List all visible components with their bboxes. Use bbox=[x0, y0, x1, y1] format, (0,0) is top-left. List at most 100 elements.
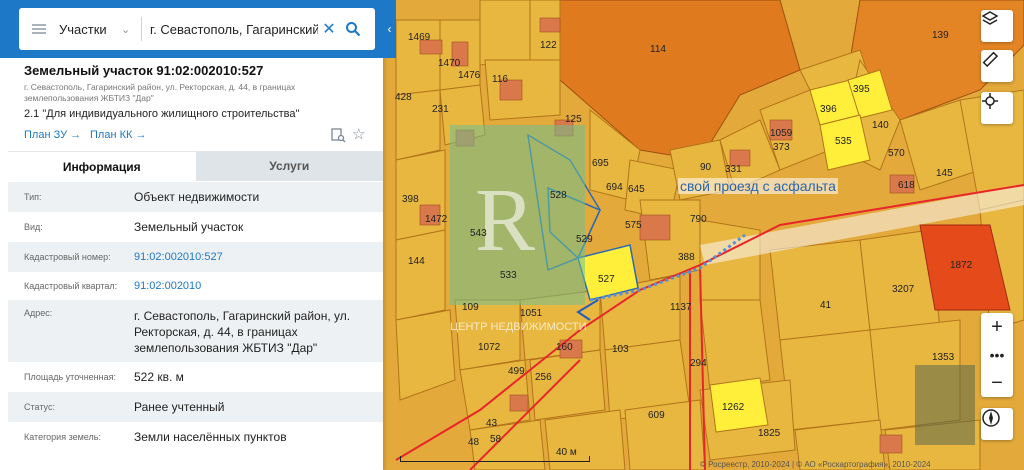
svg-text:527: 527 bbox=[598, 274, 615, 285]
ruler-icon bbox=[982, 51, 999, 68]
compass-icon bbox=[982, 409, 1000, 427]
search-input[interactable]: г. Севастополь, Гагаринский р bbox=[150, 22, 318, 37]
svg-text:145: 145 bbox=[936, 168, 953, 179]
svg-text:1472: 1472 bbox=[425, 214, 448, 225]
svg-text:3207: 3207 bbox=[892, 284, 915, 295]
divider bbox=[141, 17, 142, 41]
search-type-select[interactable]: Участки bbox=[59, 22, 121, 37]
document-search-icon[interactable] bbox=[330, 127, 346, 148]
svg-text:618: 618 bbox=[898, 180, 915, 191]
svg-text:1051: 1051 bbox=[520, 308, 543, 319]
detail-value: Земельный участок bbox=[134, 220, 244, 234]
svg-text:645: 645 bbox=[628, 184, 645, 195]
cadastral-quarter-link[interactable]: 91:02:002010 bbox=[134, 278, 201, 294]
svg-text:41: 41 bbox=[820, 300, 832, 311]
svg-text:396: 396 bbox=[820, 104, 837, 115]
favorite-star-icon[interactable]: ☆ bbox=[352, 125, 365, 143]
svg-text:533: 533 bbox=[500, 270, 517, 281]
svg-text:122: 122 bbox=[540, 40, 557, 51]
zoom-in-button[interactable]: + bbox=[981, 313, 1013, 341]
svg-text:499: 499 bbox=[508, 366, 525, 377]
menu-icon[interactable] bbox=[19, 8, 59, 50]
detail-label: Статус: bbox=[24, 402, 55, 412]
svg-text:1469: 1469 bbox=[408, 32, 431, 43]
svg-text:ЦЕНТР НЕДВИЖИМОСТИ: ЦЕНТР НЕДВИЖИМОСТИ bbox=[450, 321, 587, 333]
svg-text:1872: 1872 bbox=[950, 260, 973, 271]
svg-text:294: 294 bbox=[690, 358, 707, 369]
plan-zu-link[interactable]: План ЗУ → bbox=[24, 129, 81, 141]
svg-text:428: 428 bbox=[395, 92, 412, 103]
svg-text:331: 331 bbox=[725, 164, 742, 175]
chevron-down-icon[interactable]: ⌄ bbox=[121, 23, 141, 36]
more-button[interactable]: ••• bbox=[981, 341, 1013, 369]
svg-text:1825: 1825 bbox=[758, 428, 781, 439]
page-title: Земельный участок 91:02:002010:527 bbox=[24, 63, 264, 78]
svg-text:125: 125 bbox=[565, 114, 582, 125]
svg-text:140: 140 bbox=[872, 120, 889, 131]
tab-services[interactable]: Услуги bbox=[195, 151, 383, 181]
svg-text:139: 139 bbox=[932, 30, 949, 41]
svg-text:R: R bbox=[475, 171, 535, 270]
map-copyright: © Росреестр, 2010-2024 | © АО «Роскартог… bbox=[700, 460, 931, 469]
svg-text:609: 609 bbox=[648, 410, 665, 421]
collapse-panel-button[interactable]: ‹ bbox=[383, 0, 396, 58]
svg-text:1262: 1262 bbox=[722, 402, 745, 413]
layers-button[interactable] bbox=[981, 10, 1013, 42]
cadastral-number-link[interactable]: 91:02:002010:527 bbox=[134, 249, 223, 265]
detail-label: Адрес: bbox=[24, 308, 53, 318]
detail-value: Ранее учтенный bbox=[134, 400, 225, 414]
svg-text:58: 58 bbox=[490, 434, 502, 445]
detail-row: Адрес: г. Севастополь, Гагаринский район… bbox=[8, 300, 383, 362]
svg-text:373: 373 bbox=[773, 142, 790, 153]
parcel-purpose: 2.1 "Для индивидуального жилищного строи… bbox=[24, 108, 300, 120]
svg-text:1353: 1353 bbox=[932, 352, 955, 363]
svg-text:575: 575 bbox=[625, 220, 642, 231]
svg-text:48: 48 bbox=[468, 437, 480, 448]
scale-bar bbox=[400, 456, 590, 462]
tab-bar: Информация Услуги bbox=[8, 151, 383, 181]
svg-text:694: 694 bbox=[606, 182, 623, 193]
detail-row: Категория земель: Земли населённых пункт… bbox=[8, 422, 383, 452]
close-icon[interactable]: ✕ bbox=[318, 19, 340, 39]
svg-text:116: 116 bbox=[492, 74, 508, 85]
svg-text:695: 695 bbox=[592, 158, 609, 169]
detail-row: Вид: Земельный участок bbox=[8, 212, 383, 242]
detail-label: Площадь уточненная: bbox=[24, 372, 116, 382]
detail-value: 522 кв. м bbox=[134, 370, 184, 384]
svg-text:231: 231 bbox=[432, 104, 449, 115]
location-icon bbox=[982, 93, 998, 109]
plan-kk-link[interactable]: План КК → bbox=[90, 129, 146, 141]
svg-text:1059: 1059 bbox=[770, 128, 793, 139]
svg-text:256: 256 bbox=[535, 372, 552, 383]
svg-text:543: 543 bbox=[470, 228, 487, 239]
detail-label: Кадастровый номер: bbox=[24, 252, 111, 262]
svg-text:1470: 1470 bbox=[438, 58, 461, 69]
detail-label: Категория земель: bbox=[24, 432, 101, 442]
locate-button[interactable] bbox=[981, 92, 1013, 124]
svg-text:90: 90 bbox=[700, 162, 712, 173]
search-bar: Участки ⌄ г. Севастополь, Гагаринский р … bbox=[0, 0, 383, 58]
info-panel: Участки ⌄ г. Севастополь, Гагаринский р … bbox=[0, 0, 383, 470]
map-annotation-text: свой проезд с асфальта bbox=[678, 178, 838, 194]
zoom-out-button[interactable]: − bbox=[981, 369, 1013, 397]
svg-text:114: 114 bbox=[650, 44, 666, 55]
search-button[interactable] bbox=[340, 16, 366, 42]
svg-text:43: 43 bbox=[486, 418, 498, 429]
svg-text:103: 103 bbox=[612, 344, 629, 355]
detail-value: Объект недвижимости bbox=[134, 190, 260, 204]
detail-value: г. Севастополь, Гагаринский район, ул. Р… bbox=[134, 309, 351, 355]
svg-text:1476: 1476 bbox=[458, 70, 481, 81]
svg-text:395: 395 bbox=[853, 84, 870, 95]
detail-row: Кадастровый номер: 91:02:002010:527 bbox=[8, 242, 383, 272]
detail-row: Тип: Объект недвижимости bbox=[8, 182, 383, 212]
svg-text:790: 790 bbox=[690, 214, 707, 225]
detail-row: Статус: Ранее учтенный bbox=[8, 392, 383, 422]
tab-info[interactable]: Информация bbox=[8, 151, 196, 181]
svg-text:529: 529 bbox=[576, 234, 593, 245]
ruler-button[interactable] bbox=[981, 50, 1013, 82]
svg-text:535: 535 bbox=[835, 136, 852, 147]
parcel-address-subtitle: г. Севастополь, Гагаринский район, ул. Р… bbox=[24, 82, 296, 103]
search-icon bbox=[346, 22, 361, 37]
svg-text:1137: 1137 bbox=[670, 302, 692, 313]
compass-button[interactable] bbox=[981, 408, 1013, 440]
